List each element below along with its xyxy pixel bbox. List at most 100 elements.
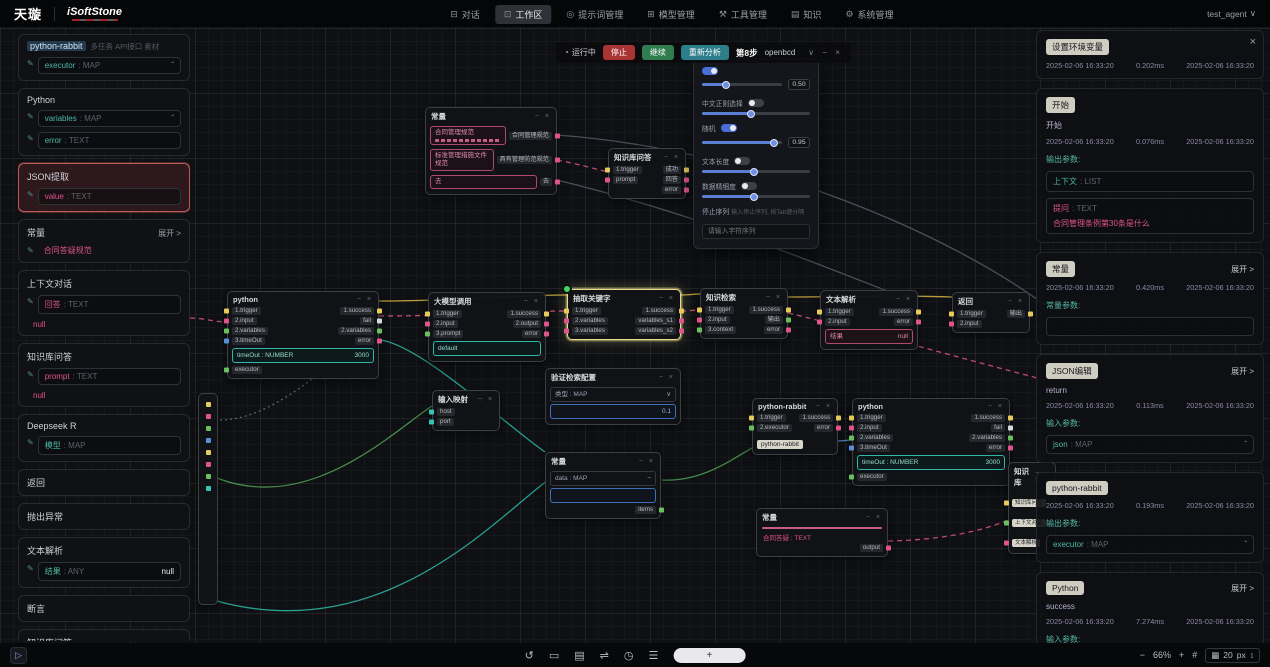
chevron-up-icon[interactable]: ˆ — [1244, 440, 1247, 449]
node-window-controls[interactable]: − × — [524, 298, 540, 305]
expand-link[interactable]: 展开 > — [1231, 583, 1254, 594]
node-window-controls[interactable]: − × — [357, 296, 373, 303]
setting-toggle-0[interactable] — [702, 67, 718, 75]
exec-field-1[interactable]: 提问: TEXT合同管理条例第30条是什么 — [1046, 198, 1254, 234]
exec-field-0[interactable]: 上下文: LIST — [1046, 171, 1254, 192]
node-window-controls[interactable]: − × — [816, 403, 832, 410]
port-1.success[interactable]: 1.success — [971, 414, 1005, 422]
port-3.timeOut[interactable]: 3.timeOut — [857, 444, 890, 452]
slider-track-4[interactable] — [702, 195, 810, 198]
run-button-0[interactable]: 停止 — [603, 45, 635, 60]
node-知识检索-5[interactable]: 知识检索− ×1.trigger1.success2.input输出3.cont… — [700, 288, 788, 339]
node-field[interactable]: 0.1 — [550, 404, 676, 419]
port-2.output[interactable]: 2.output — [513, 320, 541, 328]
node-输入映射-9[interactable]: 输入映射− ×hostport — [432, 390, 500, 431]
edit-icon[interactable]: ✎ — [27, 297, 34, 306]
port-1.trigger[interactable]: 1.trigger — [957, 310, 986, 318]
palette-field[interactable]: executor: MAPˆ — [38, 57, 181, 74]
palette-field[interactable]: 模型: MAP — [38, 436, 181, 455]
palette-card-1[interactable]: Python✎variables: MAPˆ✎error: TEXT — [18, 88, 190, 156]
node-field[interactable]: timeOut : NUMBER3000 — [232, 348, 374, 363]
port-回答[interactable]: 回答 — [663, 176, 681, 184]
port-输出[interactable]: 输出 — [765, 316, 783, 324]
slider-track-3[interactable] — [702, 170, 810, 173]
port-items[interactable]: items — [635, 506, 656, 514]
slider-knob[interactable] — [750, 168, 758, 176]
port-host[interactable]: host — [437, 408, 455, 416]
port-error[interactable]: error — [814, 424, 833, 432]
port-1.success[interactable]: 1.success — [507, 310, 541, 318]
slider-knob[interactable] — [747, 110, 755, 118]
palette-card-7[interactable]: 返回 — [18, 469, 190, 496]
port-1.trigger[interactable]: 1.trigger — [857, 414, 886, 422]
node-常量-10[interactable]: 常量− ×data : MAP− items — [545, 452, 661, 519]
node-抽取关键字-4[interactable]: 抽取关键字− ×1.trigger1.success2.variablesvar… — [567, 289, 681, 340]
edit-icon[interactable]: ✎ — [27, 112, 34, 121]
zoom-out-button[interactable]: − — [1140, 650, 1145, 660]
node-验证检索配置-8[interactable]: 验证检索配置− ×类型 : MAP∨ 0.1 — [545, 368, 681, 425]
close-icon[interactable]: × — [1250, 36, 1256, 48]
edit-icon[interactable]: ✎ — [27, 246, 34, 255]
port-1.success[interactable]: 1.success — [642, 307, 676, 315]
node-window-controls[interactable]: − × — [478, 396, 494, 403]
notes-icon[interactable]: ▤ — [574, 649, 584, 662]
chevron-up-icon[interactable]: ˆ — [171, 114, 174, 123]
port-1.success[interactable]: 1.success — [799, 414, 833, 422]
node-input-box[interactable]: 合同管理规范 — [430, 126, 506, 145]
port-2.input[interactable]: 2.input — [232, 317, 257, 325]
edit-icon[interactable]: ✎ — [27, 134, 34, 143]
port-2.variables[interactable]: 2.variables — [232, 327, 268, 335]
chevron-up-icon[interactable]: ˆ — [1244, 540, 1247, 549]
setting-toggle-4[interactable] — [741, 182, 757, 190]
palette-card-2[interactable]: JSON提取✎value: TEXT — [18, 163, 190, 212]
port-executor[interactable]: executor — [857, 473, 887, 481]
node-常量-13[interactable]: 常量− ×合同答疑 : TEXToutput — [756, 508, 888, 557]
edit-icon[interactable]: ✎ — [27, 59, 34, 68]
palette-card-9[interactable]: 文本解析✎结果: ANYnull — [18, 537, 190, 588]
port-输出[interactable]: 输出 — [1007, 310, 1025, 318]
node-window-controls[interactable]: − × — [896, 296, 912, 303]
port-executor[interactable]: executor — [232, 366, 262, 374]
panel-toggle-button[interactable]: ▷ — [10, 647, 27, 664]
port-fail[interactable]: fail — [991, 424, 1005, 432]
expand-link[interactable]: 展开 > — [1231, 264, 1254, 275]
slider-knob[interactable] — [722, 81, 730, 89]
slider-track-1[interactable] — [702, 112, 810, 115]
nav-item-2[interactable]: ◎提示词管理 — [557, 5, 632, 24]
palette-card-11[interactable]: 知识库问答✎prompt: TEXTnull — [18, 629, 190, 641]
port-2.input[interactable]: 2.input — [857, 424, 882, 432]
slider-track-2[interactable] — [702, 141, 782, 144]
run-button-1[interactable]: 继续 — [642, 45, 674, 60]
port-1.trigger[interactable]: 1.trigger — [613, 166, 642, 174]
node-dropdown[interactable]: 类型 : MAP∨ — [550, 387, 676, 402]
node-window-controls[interactable]: − × — [659, 295, 675, 302]
palette-card-10[interactable]: 断言 — [18, 595, 190, 622]
palette-card-0[interactable]: python-rabbit多任务 API接口 素材✎executor: MAPˆ — [18, 34, 190, 81]
node-常量-0[interactable]: 常量− ×合同管理规范合同管理规范标准管理措施文件规范具有管理防范规范去去 — [425, 107, 557, 195]
port-error[interactable]: error — [764, 326, 783, 334]
port-去[interactable]: 去 — [540, 178, 552, 186]
node-window-controls[interactable]: − × — [988, 403, 1004, 410]
palette-field[interactable]: 回答: TEXT — [38, 295, 181, 314]
port-2.variables[interactable]: 2.variables — [969, 434, 1005, 442]
node-window-controls[interactable]: − × — [535, 113, 551, 120]
grid-size-control[interactable]: ▦20px↕ — [1205, 648, 1260, 663]
port-1.trigger[interactable]: 1.trigger — [757, 414, 786, 422]
snap-toggle-icon[interactable]: # — [1192, 650, 1197, 660]
node-window-controls[interactable]: − × — [659, 374, 675, 381]
expand-link[interactable]: 展开 > — [1231, 366, 1254, 377]
node-返回-7[interactable]: 返回− ×1.trigger输出2.input — [952, 292, 1030, 333]
palette-field[interactable]: variables: MAPˆ — [38, 110, 181, 127]
exec-field-0[interactable] — [1046, 317, 1254, 336]
setting-toggle-3[interactable] — [734, 157, 750, 165]
port-output[interactable]: output — [860, 544, 883, 552]
window-controls[interactable]: ∨ − × — [808, 48, 843, 57]
port-3.timeOut[interactable]: 3.timeOut — [232, 337, 265, 345]
port-1.trigger[interactable]: 1.trigger — [825, 308, 854, 316]
nav-item-6[interactable]: ⚙系统管理 — [836, 5, 902, 24]
slider-knob[interactable] — [770, 139, 778, 147]
chevron-up-icon[interactable]: ˆ — [171, 61, 174, 70]
port-error[interactable]: error — [355, 337, 374, 345]
node-大模型调用-3[interactable]: 大模型调用− ×1.trigger1.success2.input2.outpu… — [428, 292, 546, 362]
port-1.trigger[interactable]: 1.trigger — [232, 307, 261, 315]
